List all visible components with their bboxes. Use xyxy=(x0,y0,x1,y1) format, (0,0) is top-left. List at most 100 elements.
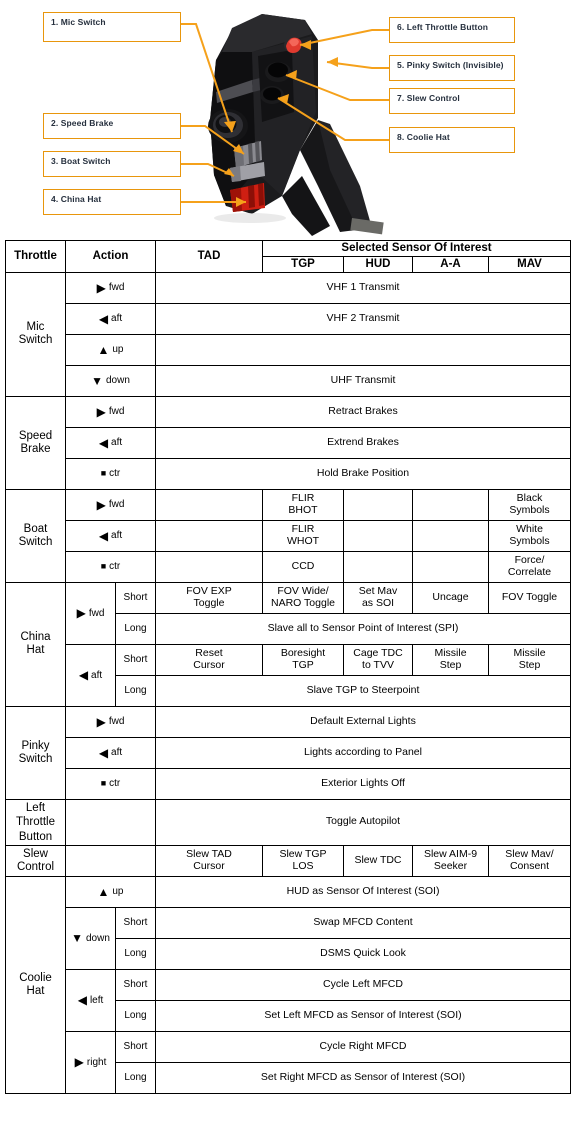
table-row: ■ ctr CCD Force/ Correlate xyxy=(6,550,572,583)
square-icon: ■ xyxy=(100,561,107,572)
callout-slew-control: 7. Slew Control xyxy=(389,88,515,114)
group-label-line3: Button xyxy=(18,830,53,843)
cell-ch-fwd-short-hud: Set Mav as SOI xyxy=(343,581,413,614)
action-coolie-down: ▼ down xyxy=(65,906,116,970)
cell-line1: FOV Wide/ xyxy=(277,585,329,597)
action-boat-ctr: ■ ctr xyxy=(65,550,156,583)
cell-ltb: Toggle Autopilot xyxy=(154,798,572,846)
callout-boat-switch: 3. Boat Switch xyxy=(43,151,181,177)
action-china-aft: ◀ aft xyxy=(65,643,116,707)
cell-ch-fwd-short-tad: FOV EXP Toggle xyxy=(155,581,263,614)
cell-slew-tad: Slew TAD Cursor xyxy=(155,844,263,877)
table-row: Boat Switch ▶ fwd FLIR BHOT Black Symbols xyxy=(5,488,572,583)
arrow-left-icon: ◀ xyxy=(98,528,109,543)
cell-boat-aft-hud xyxy=(343,519,413,552)
arrow-left-icon: ◀ xyxy=(98,435,109,450)
group-label-line2: Hat xyxy=(26,984,45,997)
action-label: ctr xyxy=(109,561,121,573)
group-label-line2: Throttle xyxy=(16,816,55,829)
arrow-left-icon: ◀ xyxy=(78,668,89,683)
action-coolie-right: ▶ right xyxy=(65,1030,116,1094)
cell-boat-ctr-mav: Force/ Correlate xyxy=(487,550,572,583)
table-row: Mic Switch ▶ fwd VHF 1 Transmit xyxy=(5,271,572,397)
cell-slew-tgp: Slew TGP LOS xyxy=(262,844,344,877)
group-china-hat: China Hat xyxy=(5,581,66,707)
cell-line1: Black xyxy=(516,492,543,504)
callout-label: 3. Boat Switch xyxy=(51,156,111,166)
table-header-row-1: Throttle Action TAD Selected Sensor Of I… xyxy=(5,240,572,273)
cell-mic-fwd: VHF 1 Transmit xyxy=(154,271,572,304)
action-label: up xyxy=(112,886,124,898)
cell-line2: TGP xyxy=(292,658,314,671)
leader-arrowheads-right xyxy=(278,40,338,104)
cell-line2: NARO Toggle xyxy=(270,596,335,609)
cell-line1: Cage TDC xyxy=(353,647,403,659)
duration-long: Long xyxy=(115,612,156,645)
group-label-line2: Hat xyxy=(26,644,45,657)
group-label-line2: Control xyxy=(16,860,55,873)
cell-line1: Missile xyxy=(434,647,467,659)
square-icon: ■ xyxy=(100,468,107,479)
cell-boat-aft-tgp: FLIR WHOT xyxy=(262,519,344,552)
cell-line2: Symbols xyxy=(509,534,550,547)
action-mic-fwd: ▶ fwd xyxy=(65,271,156,304)
group-label-line2: Switch xyxy=(18,535,53,548)
square-icon: ■ xyxy=(100,778,107,789)
action-label: aft xyxy=(111,530,123,542)
arrow-right-icon: ▶ xyxy=(96,497,106,512)
cell-line2: Cursor xyxy=(193,859,225,872)
duration-long: Long xyxy=(115,937,156,970)
action-boat-fwd: ▶ fwd xyxy=(65,488,156,521)
cell-line2: as SOI xyxy=(361,596,395,609)
cell-boat-fwd-aa xyxy=(412,488,489,521)
callout-label: 5. Pinky Switch (Invisible) xyxy=(397,60,504,70)
action-ltb xyxy=(65,798,156,846)
cell-boat-fwd-tad xyxy=(155,488,263,521)
action-label: ctr xyxy=(109,468,121,480)
action-label: aft xyxy=(111,313,123,325)
callout-label: 8. Coolie Hat xyxy=(397,132,450,142)
action-sb-fwd: ▶ fwd xyxy=(65,395,156,428)
cell-slew-aa: Slew AIM-9 Seeker xyxy=(412,844,489,877)
callout-mic-switch: 1. Mic Switch xyxy=(43,12,181,42)
cell-boat-ctr-aa xyxy=(412,550,489,583)
cell-ch-aft-short-tgp: Boresight TGP xyxy=(262,643,344,676)
arrow-left-icon: ◀ xyxy=(98,311,109,326)
group-label-line2: Switch xyxy=(18,752,53,765)
cell-line2: Cursor xyxy=(193,658,225,671)
table-row: ◀ aft VHF 2 Transmit xyxy=(6,302,572,335)
cell-boat-fwd-tgp: FLIR BHOT xyxy=(262,488,344,521)
table-row: Left Throttle Button Toggle Autopilot xyxy=(5,798,572,846)
group-coolie-hat: Coolie Hat xyxy=(5,875,66,1094)
action-pinky-ctr: ■ ctr xyxy=(65,767,156,800)
leader-arrowheads-left xyxy=(224,121,246,207)
action-pinky-fwd: ▶ fwd xyxy=(65,705,156,738)
group-label-line2: Switch xyxy=(18,334,53,347)
cell-pinky-fwd: Default External Lights xyxy=(154,705,572,738)
action-mic-aft: ◀ aft xyxy=(65,302,156,335)
cell-boat-aft-tad xyxy=(155,519,263,552)
table-row: Pinky Switch ▶ fwd Default External Light… xyxy=(5,705,572,800)
action-label: fwd xyxy=(108,406,125,418)
table-row: China Hat ▶ fwd Short FOV EXP Toggle FOV … xyxy=(5,581,572,707)
table-row: ■ ctr Exterior Lights Off xyxy=(6,767,572,800)
group-label-line1: Boat xyxy=(23,522,48,535)
cell-coolie-down-short: Swap MFCD Content xyxy=(154,906,572,939)
group-pinky-switch: Pinky Switch xyxy=(5,705,66,800)
action-sb-aft: ◀ aft xyxy=(65,426,156,459)
cell-line2: WHOT xyxy=(286,534,320,547)
col-header-tgp: TGP xyxy=(262,255,344,273)
table-row: ▼ down UHF Transmit xyxy=(6,364,572,397)
arrow-left-icon: ◀ xyxy=(77,993,87,1008)
duration-long: Long xyxy=(115,1061,156,1094)
action-label: fwd xyxy=(108,499,125,511)
col-header-throttle: Throttle xyxy=(5,240,66,273)
cell-coolie-right-short: Cycle Right MFCD xyxy=(154,1030,572,1063)
table-row: ◀ aft Extrend Brakes xyxy=(6,426,572,459)
action-label: fwd xyxy=(108,282,125,294)
col-header-aa: A-A xyxy=(412,255,489,273)
duration-short: Short xyxy=(115,581,156,614)
arrow-down-icon: ▼ xyxy=(71,931,83,946)
action-label: fwd xyxy=(88,607,105,619)
cell-boat-aft-mav: White Symbols xyxy=(487,519,572,552)
